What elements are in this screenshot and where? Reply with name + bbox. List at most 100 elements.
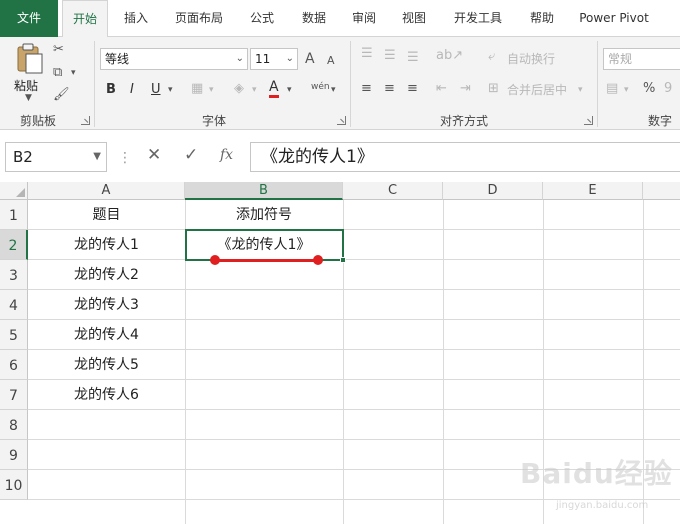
column-header-d[interactable]: D [443, 182, 543, 200]
row-header-2[interactable]: 2 [0, 230, 28, 260]
wrap-text-label[interactable]: 自动换行 [507, 51, 555, 67]
row-header-1[interactable]: 1 [0, 200, 28, 230]
cell-b1[interactable]: 添加符号 [185, 200, 343, 230]
phonetic-guide-icon[interactable]: wén [311, 79, 330, 95]
chevron-down-icon[interactable]: ▾ [168, 82, 173, 98]
column-header-f[interactable] [643, 182, 680, 200]
column-header-c[interactable]: C [343, 182, 443, 200]
cell-a7[interactable]: 龙的传人6 [28, 380, 185, 410]
baidu-watermark-url: jingyan.baidu.com [556, 500, 649, 511]
name-box-value: B2 [13, 148, 33, 166]
align-middle-icon[interactable]: ☰ [384, 48, 396, 64]
tab-file[interactable]: 文件 [0, 0, 58, 37]
row-header-4[interactable]: 4 [0, 290, 28, 320]
chevron-down-icon[interactable]: ▾ [624, 82, 629, 98]
column-header-a[interactable]: A [28, 182, 185, 200]
tab-power-pivot[interactable]: Power Pivot [574, 0, 654, 37]
clipboard-launcher-icon[interactable] [81, 116, 90, 125]
alignment-launcher-icon[interactable] [584, 116, 593, 125]
tab-view[interactable]: 视图 [392, 0, 436, 37]
percent-button[interactable]: % [643, 81, 655, 97]
tab-home[interactable]: 开始 [62, 0, 108, 38]
select-all-button[interactable] [0, 182, 28, 200]
chevron-down-icon: ⌄ [235, 53, 244, 64]
fill-handle[interactable] [340, 257, 346, 263]
cell-a5[interactable]: 龙的传人4 [28, 320, 185, 350]
tab-review[interactable]: 审阅 [342, 0, 386, 37]
chevron-down-icon[interactable]: ▾ [252, 82, 257, 98]
merge-center-icon[interactable]: ⊞ [488, 81, 499, 97]
divider [350, 41, 351, 127]
cut-icon[interactable]: ✂ [53, 42, 64, 58]
row-header-5[interactable]: 5 [0, 320, 28, 350]
divider [597, 41, 598, 127]
font-name-select[interactable]: 等线 ⌄ [100, 48, 248, 70]
align-center-icon[interactable]: ≡ [384, 81, 395, 97]
insert-function-icon[interactable]: fx [220, 147, 233, 163]
tab-page-layout[interactable]: 页面布局 [168, 0, 230, 37]
italic-button[interactable]: I [130, 82, 134, 98]
chevron-down-icon[interactable]: ▾ [287, 82, 292, 98]
align-bottom-icon[interactable]: ☰ [407, 50, 419, 66]
font-color-icon[interactable]: A [269, 80, 279, 98]
font-group-label: 字体 [202, 114, 227, 128]
row-header-3[interactable]: 3 [0, 260, 28, 290]
comma-icon[interactable]: 9 [664, 81, 672, 97]
column-header-b[interactable]: B [185, 182, 343, 200]
align-top-icon[interactable]: ☰ [361, 46, 373, 62]
tab-insert[interactable]: 插入 [114, 0, 158, 37]
align-right-icon[interactable]: ≡ [407, 81, 418, 97]
number-format-select[interactable]: 常规 [603, 48, 680, 70]
annotation-dot [313, 255, 323, 265]
orientation-icon[interactable]: ab↗ [436, 48, 463, 64]
tab-developer[interactable]: 开发工具 [446, 0, 510, 37]
grow-font-icon[interactable]: A [305, 51, 315, 67]
cell-a1[interactable]: 题目 [28, 200, 185, 230]
row-header-8[interactable]: 8 [0, 410, 28, 440]
bold-button[interactable]: B [106, 82, 116, 98]
copy-icon[interactable]: ⧉ [53, 65, 62, 81]
currency-icon[interactable]: ▤ [606, 81, 618, 97]
cancel-icon[interactable]: ✕ [147, 145, 161, 165]
decrease-indent-icon[interactable]: ⇤ [436, 81, 447, 97]
cell-a3[interactable]: 龙的传人2 [28, 260, 185, 290]
format-painter-icon[interactable]: 🖌 [53, 87, 70, 103]
chevron-down-icon: ▼ [25, 93, 32, 103]
chevron-down-icon: ⌄ [285, 53, 294, 64]
paste-button[interactable]: 粘贴 ▼ [12, 43, 46, 105]
drag-handle-icon[interactable]: ⋮ [118, 150, 132, 166]
column-header-e[interactable]: E [543, 182, 643, 200]
name-box[interactable]: B2 ▼ [5, 142, 107, 172]
increase-indent-icon[interactable]: ⇥ [460, 81, 471, 97]
tab-data[interactable]: 数据 [292, 0, 336, 37]
border-icon[interactable]: ▦ [191, 81, 203, 97]
tab-formulas[interactable]: 公式 [240, 0, 284, 37]
formula-input[interactable]: 《龙的传人1》 [250, 142, 680, 172]
merge-center-label[interactable]: 合并后居中 [507, 82, 567, 98]
ribbon: 粘贴 ▼ ✂ ⧉ ▾ 🖌 剪贴板 等线 ⌄ 11 ⌄ A A B I U ▾ ▦… [0, 37, 680, 130]
shrink-font-icon[interactable]: A [327, 53, 335, 69]
cell-a4[interactable]: 龙的传人3 [28, 290, 185, 320]
font-launcher-icon[interactable] [337, 116, 346, 125]
paste-label: 粘贴 [14, 79, 39, 93]
row-header-7[interactable]: 7 [0, 380, 28, 410]
tab-help[interactable]: 帮助 [520, 0, 564, 37]
number-group-label: 数字 [648, 114, 673, 128]
row-header-9[interactable]: 9 [0, 440, 28, 470]
chevron-down-icon[interactable]: ▾ [209, 82, 214, 98]
ribbon-tab-bar: 文件 开始 插入 页面布局 公式 数据 审阅 视图 开发工具 帮助 Power … [0, 0, 680, 38]
chevron-down-icon[interactable]: ▾ [71, 65, 76, 81]
chevron-down-icon[interactable]: ▾ [331, 82, 336, 98]
font-size-select[interactable]: 11 ⌄ [250, 48, 298, 70]
cell-a6[interactable]: 龙的传人5 [28, 350, 185, 380]
cell-a2[interactable]: 龙的传人1 [28, 230, 185, 260]
chevron-down-icon[interactable]: ▾ [578, 82, 583, 98]
row-header-10[interactable]: 10 [0, 470, 28, 500]
clipboard-group-label: 剪贴板 [20, 114, 57, 128]
wrap-text-icon[interactable]: ⤶ [488, 49, 495, 65]
row-header-6[interactable]: 6 [0, 350, 28, 380]
fill-color-icon[interactable]: ◈ [234, 81, 244, 97]
align-left-icon[interactable]: ≡ [361, 81, 372, 97]
underline-button[interactable]: U [151, 82, 161, 98]
enter-icon[interactable]: ✓ [184, 145, 198, 165]
